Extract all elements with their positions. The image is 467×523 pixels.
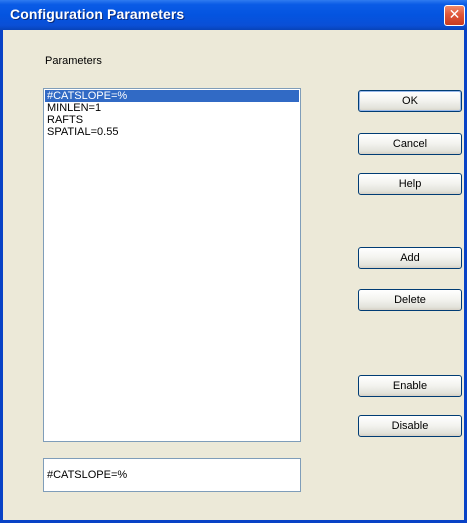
list-item[interactable]: SPATIAL=0.55: [45, 126, 299, 138]
cancel-button[interactable]: Cancel: [358, 133, 462, 155]
list-item[interactable]: RAFTS: [45, 114, 299, 126]
disable-button[interactable]: Disable: [358, 415, 462, 437]
delete-button[interactable]: Delete: [358, 289, 462, 311]
close-icon: ✕: [448, 7, 461, 23]
parameter-edit-field[interactable]: [43, 458, 301, 492]
help-button[interactable]: Help: [358, 173, 462, 195]
parameters-listbox[interactable]: #CATSLOPE=% MINLEN=1 RAFTS SPATIAL=0.55: [43, 88, 301, 442]
window-title: Configuration Parameters: [10, 6, 185, 22]
list-item[interactable]: #CATSLOPE=%: [45, 90, 299, 102]
add-button[interactable]: Add: [358, 247, 462, 269]
enable-button[interactable]: Enable: [358, 375, 462, 397]
title-bar[interactable]: Configuration Parameters ✕: [0, 0, 467, 30]
parameters-label: Parameters: [45, 55, 102, 67]
ok-button[interactable]: OK: [358, 90, 462, 112]
close-button[interactable]: ✕: [444, 5, 465, 26]
configuration-parameters-dialog: Configuration Parameters ✕ Parameters #C…: [0, 0, 467, 523]
list-item[interactable]: MINLEN=1: [45, 102, 299, 114]
